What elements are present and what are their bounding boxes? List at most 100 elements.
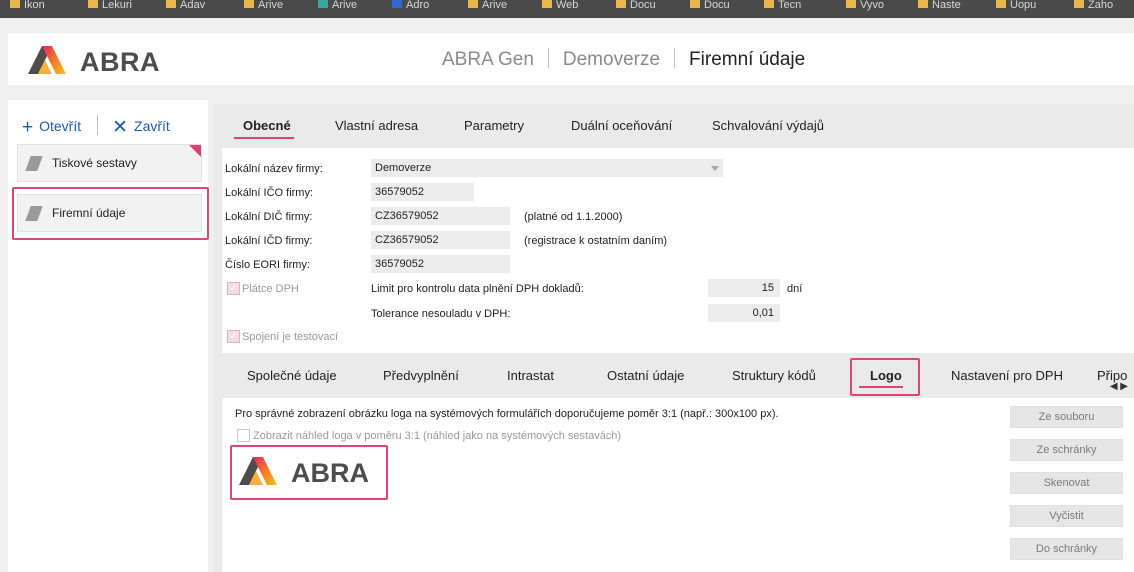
general-form: Lokální název firmy: Demoverze Lokální I… [222,148,1134,353]
tab-vat-settings[interactable]: Nastavení pro DPH [951,368,1063,383]
active-tab-underline [859,386,903,388]
folder-icon [542,0,552,8]
browser-tab[interactable]: Arive [318,0,357,18]
close-icon: ✕ [112,117,129,138]
chevron-left-icon[interactable]: ◀ [1110,381,1118,392]
local-name-combo[interactable]: Demoverze [371,159,723,177]
vat-payer-label: Plátce DPH [242,283,299,295]
sidebar-item-company-data[interactable]: Firemní údaje [17,194,202,232]
vat-tolerance-field[interactable]: 0,01 [708,304,780,322]
browser-tab[interactable]: Adav [166,0,205,18]
logo-text: ABRA [80,47,160,77]
eori-field[interactable]: 36579052 [371,255,510,273]
top-tab-bar: Obecné Vlastní adresa Parametry Duální o… [213,104,1134,146]
folder-icon [10,0,20,8]
browser-tab[interactable]: Arive [244,0,283,18]
bottom-tab-bar: Společné údaje Předvyplnění Intrastat Os… [213,354,1134,398]
tab-code-structures[interactable]: Struktury kódů [732,368,816,383]
browser-tab[interactable]: Uopu [996,0,1036,18]
folder-icon [764,0,774,8]
browser-tab[interactable]: Tecn [764,0,801,18]
tab-logo[interactable]: Logo [870,368,902,383]
from-file-button[interactable]: Ze souboru [1010,406,1123,428]
breadcrumb-separator [547,48,549,68]
folder-icon [1074,0,1084,8]
logo-preview: ABRA [239,454,379,488]
chevron-right-icon[interactable]: ▶ [1120,381,1128,392]
icd-note: (registrace k ostatním daním) [524,235,668,247]
logo-panel: Pro správné zobrazení obrázku loga na sy… [222,398,1134,572]
folder-icon [244,0,254,8]
tab-expense-approval[interactable]: Schvalování výdajů [712,118,824,133]
to-clipboard-button[interactable]: Do schránky [1010,538,1123,560]
tab-other-data[interactable]: Ostatní údaje [607,368,684,383]
vat-limit-label: Limit pro kontrolu data plnění DPH dokla… [371,283,584,295]
document-icon [25,206,43,221]
folder-icon [918,0,928,8]
sidebar-item-print-reports[interactable]: Tiskové sestavy [17,144,202,182]
browser-tab[interactable]: Web [542,0,578,18]
tab-common-data[interactable]: Společné údaje [247,368,337,383]
folder-icon [88,0,98,8]
tab-parameters[interactable]: Parametry [464,118,524,133]
tab-intrastat[interactable]: Intrastat [507,368,554,383]
folder-icon [846,0,856,8]
abra-logo: ABRA [28,43,168,77]
eori-label: Číslo EORI firmy: [225,259,310,271]
vat-limit-field[interactable]: 15 [708,279,780,297]
tab-prefill[interactable]: Předvyplnění [383,368,459,383]
browser-tab[interactable]: Docu [690,0,730,18]
plus-icon: + [22,117,34,138]
folder-icon [166,0,176,8]
app-icon [392,0,402,8]
scan-button[interactable]: Skenovat [1010,472,1123,494]
icd-field[interactable]: CZ36579052 [371,231,510,249]
breadcrumb-item[interactable]: Demoverze [563,49,660,70]
browser-tab[interactable]: Adro [392,0,429,18]
vat-tolerance-label: Tolerance nesouladu v DPH: [371,308,511,320]
tab-scroll-arrows[interactable]: ◀ ▶ [1110,381,1128,392]
tab-dual-pricing[interactable]: Duální oceňování [571,118,672,133]
preview-checkbox[interactable] [237,429,250,442]
preview-checkbox-label: Zobrazit náhled loga v poměru 3:1 (náhle… [253,430,622,442]
active-tab-underline [234,137,294,139]
browser-tab[interactable]: Docu [616,0,656,18]
folder-icon [468,0,478,8]
browser-tab[interactable]: Lekuri [88,0,132,18]
icd-label: Lokální IČD firmy: [225,235,313,247]
breadcrumb-item[interactable]: ABRA Gen [442,49,534,70]
browser-tab[interactable]: Vyvo [846,0,884,18]
page-title: Firemní údaje [689,49,806,70]
browser-tab-strip: Ikon Lekuri Adav Arive Arive Adro Arive … [0,0,1134,18]
browser-tab[interactable]: Naste [918,0,961,18]
browser-tab[interactable]: Ikon [10,0,45,18]
ico-field[interactable]: 36579052 [371,183,474,201]
folder-icon [996,0,1006,8]
browser-tab[interactable]: Arive [468,0,507,18]
dic-field[interactable]: CZ36579052 [371,207,510,225]
notification-corner [189,145,201,157]
document-icon [25,156,43,171]
open-button[interactable]: + Otevřít [22,117,81,139]
logo-text: ABRA [291,458,369,488]
app-icon [318,0,328,8]
test-connection-checkbox[interactable]: ✓ [227,330,240,343]
tab-general[interactable]: Obecné [243,118,291,133]
divider [97,115,99,135]
abra-logo-icon [239,457,277,485]
logo-hint: Pro správné zobrazení obrázku loga na sy… [235,408,779,420]
close-button[interactable]: ✕ Zavřít [112,116,170,139]
clear-button[interactable]: Vyčistit [1010,505,1123,527]
tab-own-address[interactable]: Vlastní adresa [335,118,418,133]
chevron-down-icon [711,166,719,171]
app-header: ABRA ABRA Gen Demoverze Firemní údaje [8,33,1134,85]
local-name-label: Lokální název firmy: [225,163,323,175]
breadcrumb: ABRA Gen Demoverze Firemní údaje [442,48,805,71]
left-panel: + Otevřít ✕ Zavřít Tiskové sestavy Firemní … [8,100,208,572]
from-clipboard-button[interactable]: Ze schránky [1010,439,1123,461]
folder-icon [616,0,626,8]
main-content: Obecné Vlastní adresa Parametry Duální o… [213,104,1134,572]
dic-note: (platné od 1.1.2000) [524,211,623,223]
browser-tab[interactable]: Zaho [1074,0,1113,18]
vat-payer-checkbox[interactable]: ✓ [227,282,240,295]
